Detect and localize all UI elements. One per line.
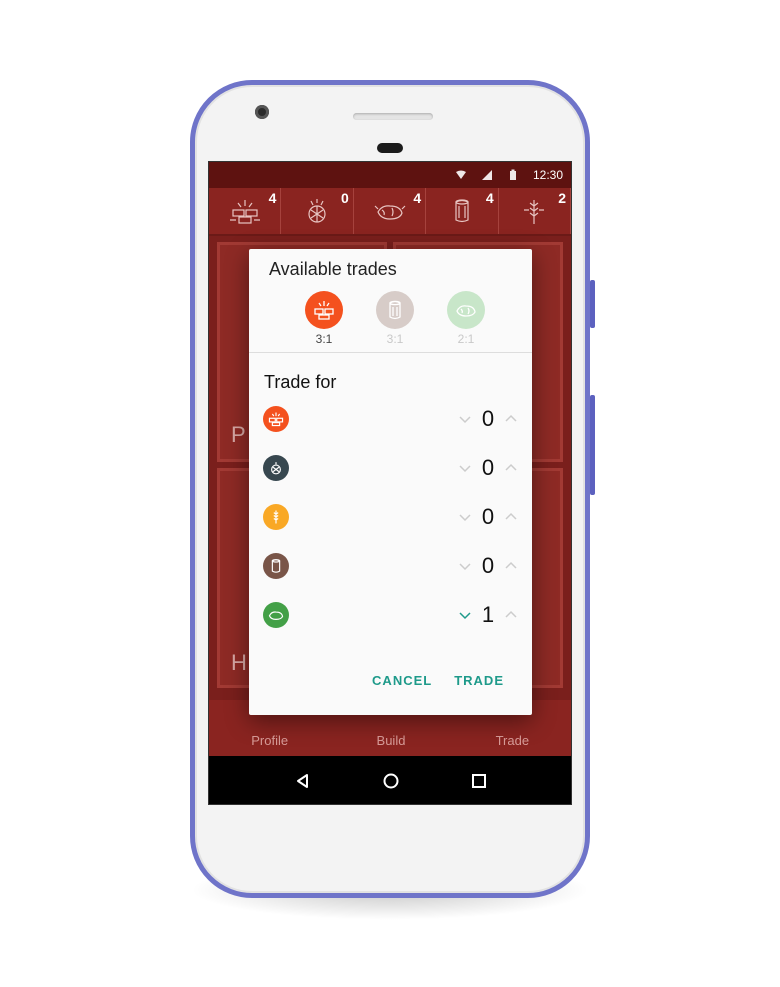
trade-row-sheep: 1	[263, 600, 518, 630]
quantity-stepper: 0	[458, 455, 518, 481]
sheep-icon	[456, 305, 476, 317]
wheat-icon	[524, 200, 545, 224]
chevron-up-icon[interactable]	[504, 510, 518, 524]
dialog-divider	[249, 352, 532, 353]
volume-button	[590, 395, 595, 495]
chevron-down-icon[interactable]	[458, 608, 472, 622]
wifi-icon	[455, 170, 466, 179]
chevron-up-icon[interactable]	[504, 559, 518, 573]
brick-icon	[229, 200, 260, 224]
cancel-button[interactable]: CANCEL	[372, 673, 432, 688]
trade-ratio: 3:1	[315, 332, 333, 346]
nav-profile-label: Profile	[251, 733, 289, 748]
ore-icon	[263, 455, 289, 481]
status-bar: 12:30	[209, 162, 571, 188]
quantity-value: 0	[481, 504, 495, 529]
chevron-down-icon[interactable]	[458, 412, 472, 426]
chevron-up-icon[interactable]	[504, 608, 518, 622]
resource-wood[interactable]: 4	[426, 188, 499, 234]
chevron-down-icon[interactable]	[458, 559, 472, 573]
power-button	[590, 280, 595, 328]
trade-option-wood[interactable]: 3:1	[376, 291, 414, 346]
resource-sheep[interactable]: 4	[354, 188, 427, 234]
quantity-value: 0	[481, 553, 495, 578]
trade-ratio: 2:1	[457, 332, 475, 346]
trade-row-wood: 0	[263, 551, 518, 581]
trade-row-ore: 0	[263, 453, 518, 483]
quantity-value: 0	[481, 406, 495, 431]
resource-wheat[interactable]: 2	[499, 188, 571, 234]
wood-icon	[263, 553, 289, 579]
trade-option-brick[interactable]: 3:1	[305, 291, 343, 346]
system-nav-bar	[209, 756, 571, 804]
home-icon[interactable]	[381, 771, 401, 791]
trade-option-sheep[interactable]: 2:1	[447, 291, 485, 346]
dialog-title: Available trades	[269, 259, 397, 279]
chevron-up-icon[interactable]	[504, 412, 518, 426]
resource-count: 0	[341, 190, 349, 206]
brick-icon	[263, 406, 289, 432]
front-camera	[255, 105, 269, 119]
chevron-down-icon[interactable]	[458, 461, 472, 475]
trade-option-circle	[376, 291, 414, 329]
wood-icon	[455, 199, 469, 223]
nav-trade-label: Trade	[495, 733, 530, 748]
trade-dialog: Available trades 3:1 3:1 2:1 Trade for 0…	[249, 249, 532, 715]
trade-ratio: 3:1	[386, 332, 404, 346]
resource-count: 2	[558, 190, 567, 206]
resource-count: 4	[485, 190, 494, 206]
speaker-grille	[353, 113, 433, 120]
brick-icon	[314, 301, 334, 320]
back-icon[interactable]	[293, 771, 313, 791]
sheep-icon	[374, 205, 405, 220]
wheat-icon	[263, 504, 289, 530]
nav-build-label: Build	[376, 733, 406, 748]
trade-row-brick: 0	[263, 404, 518, 434]
resource-brick[interactable]: 4	[209, 188, 282, 234]
signal-icon	[481, 170, 492, 180]
trade-button[interactable]: TRADE	[454, 673, 504, 688]
quantity-value: 1	[481, 602, 495, 627]
bg-card-label: P	[231, 422, 246, 447]
resource-bar: 4 0 4 4 2	[209, 188, 571, 236]
quantity-stepper: 1	[458, 602, 518, 628]
available-trades: 3:1 3:1 2:1	[305, 291, 485, 346]
chevron-up-icon[interactable]	[504, 461, 518, 475]
quantity-stepper: 0	[458, 553, 518, 579]
dialog-actions: CANCEL TRADE	[372, 673, 504, 688]
screen: 12:30 4 0 4 4 2 P H Profile Build Trade …	[208, 161, 572, 805]
stage: 12:30 4 0 4 4 2 P H Profile Build Trade …	[0, 0, 780, 987]
trade-option-circle	[447, 291, 485, 329]
resource-count: 4	[413, 190, 422, 206]
ore-icon	[308, 199, 326, 223]
status-time: 12:30	[532, 168, 563, 182]
wood-icon	[389, 300, 401, 320]
phone-frame: 12:30 4 0 4 4 2 P H Profile Build Trade …	[190, 80, 595, 898]
trade-option-circle	[305, 291, 343, 329]
resource-count: 4	[268, 190, 277, 206]
quantity-stepper: 0	[458, 406, 518, 432]
sensor	[377, 143, 403, 153]
quantity-stepper: 0	[458, 504, 518, 530]
trade-for-heading: Trade for	[264, 372, 337, 392]
quantity-value: 0	[481, 455, 495, 480]
sheep-icon	[263, 602, 289, 628]
resource-ore[interactable]: 0	[281, 188, 354, 234]
battery-icon	[509, 169, 516, 180]
chevron-down-icon[interactable]	[458, 510, 472, 524]
trade-row-wheat: 0	[263, 502, 518, 532]
recents-icon[interactable]	[469, 771, 489, 791]
bg-card-label: H	[231, 650, 247, 675]
